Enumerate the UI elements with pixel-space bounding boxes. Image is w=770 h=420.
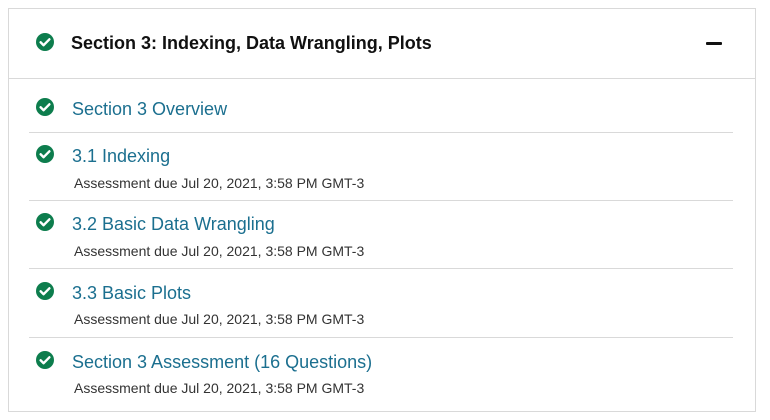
check-circle-icon <box>36 351 54 369</box>
check-circle-icon <box>36 282 54 300</box>
check-circle-icon <box>36 213 54 231</box>
course-section-panel: Section 3: Indexing, Data Wrangling, Plo… <box>8 8 756 412</box>
check-circle-icon <box>36 98 54 116</box>
assessment-due-text: Assessment due Jul 20, 2021, 3:58 PM GMT… <box>74 311 365 327</box>
item-title-link[interactable]: Section 3 Overview <box>72 99 227 120</box>
assessment-due-text: Assessment due Jul 20, 2021, 3:58 PM GMT… <box>74 380 365 396</box>
minus-icon <box>706 42 722 45</box>
item-title-link[interactable]: 3.1 Indexing <box>72 146 170 167</box>
list-item-basic-data-wrangling[interactable]: 3.2 Basic Data Wrangling Assessment due … <box>29 201 733 269</box>
section-title: Section 3: Indexing, Data Wrangling, Plo… <box>71 33 432 53</box>
check-circle-icon <box>36 33 54 51</box>
item-title-link[interactable]: 3.3 Basic Plots <box>72 283 191 304</box>
list-item-section-assessment[interactable]: Section 3 Assessment (16 Questions) Asse… <box>29 338 733 406</box>
list-item-section-overview[interactable]: Section 3 Overview <box>29 79 733 133</box>
list-item-indexing[interactable]: 3.1 Indexing Assessment due Jul 20, 2021… <box>29 133 733 201</box>
assessment-due-text: Assessment due Jul 20, 2021, 3:58 PM GMT… <box>74 243 365 259</box>
collapse-button[interactable] <box>699 30 729 58</box>
item-title-link[interactable]: Section 3 Assessment (16 Questions) <box>72 352 372 373</box>
item-title-link[interactable]: 3.2 Basic Data Wrangling <box>72 214 275 235</box>
check-circle-icon <box>36 145 54 163</box>
assessment-due-text: Assessment due Jul 20, 2021, 3:58 PM GMT… <box>74 175 365 191</box>
list-item-basic-plots[interactable]: 3.3 Basic Plots Assessment due Jul 20, 2… <box>29 269 733 338</box>
section-header[interactable]: Section 3: Indexing, Data Wrangling, Plo… <box>9 9 755 79</box>
